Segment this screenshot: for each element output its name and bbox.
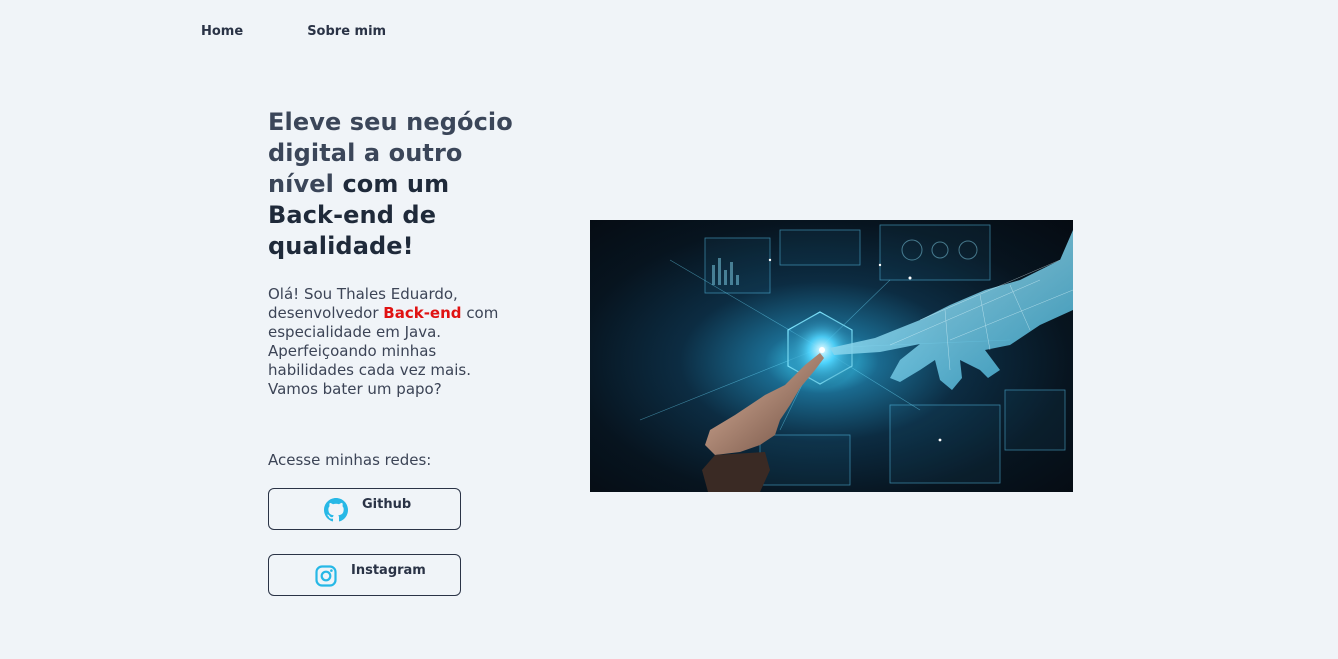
hero-image [590, 220, 1073, 492]
robot-human-touch-illustration [639, 224, 1073, 492]
instagram-icon [315, 565, 337, 587]
networks-label: Acesse minhas redes: [268, 451, 432, 469]
nav-link-about[interactable]: Sobre mim [307, 24, 386, 39]
instagram-button-label: Instagram [351, 563, 426, 578]
github-button[interactable]: Github [268, 488, 461, 530]
intro-highlight: Back-end [383, 304, 462, 322]
github-icon [324, 498, 348, 522]
hero-headline: Eleve seu negócio digital a outro nível … [268, 107, 518, 262]
hero-text-section: Eleve seu negócio digital a outro nível … [268, 107, 528, 596]
hero-intro: Olá! Sou Thales Eduardo, desenvolvedor B… [268, 285, 518, 399]
top-nav: Home Sobre mim [201, 24, 386, 39]
github-button-label: Github [362, 497, 412, 512]
instagram-button[interactable]: Instagram [268, 554, 461, 596]
nav-link-home[interactable]: Home [201, 24, 243, 39]
